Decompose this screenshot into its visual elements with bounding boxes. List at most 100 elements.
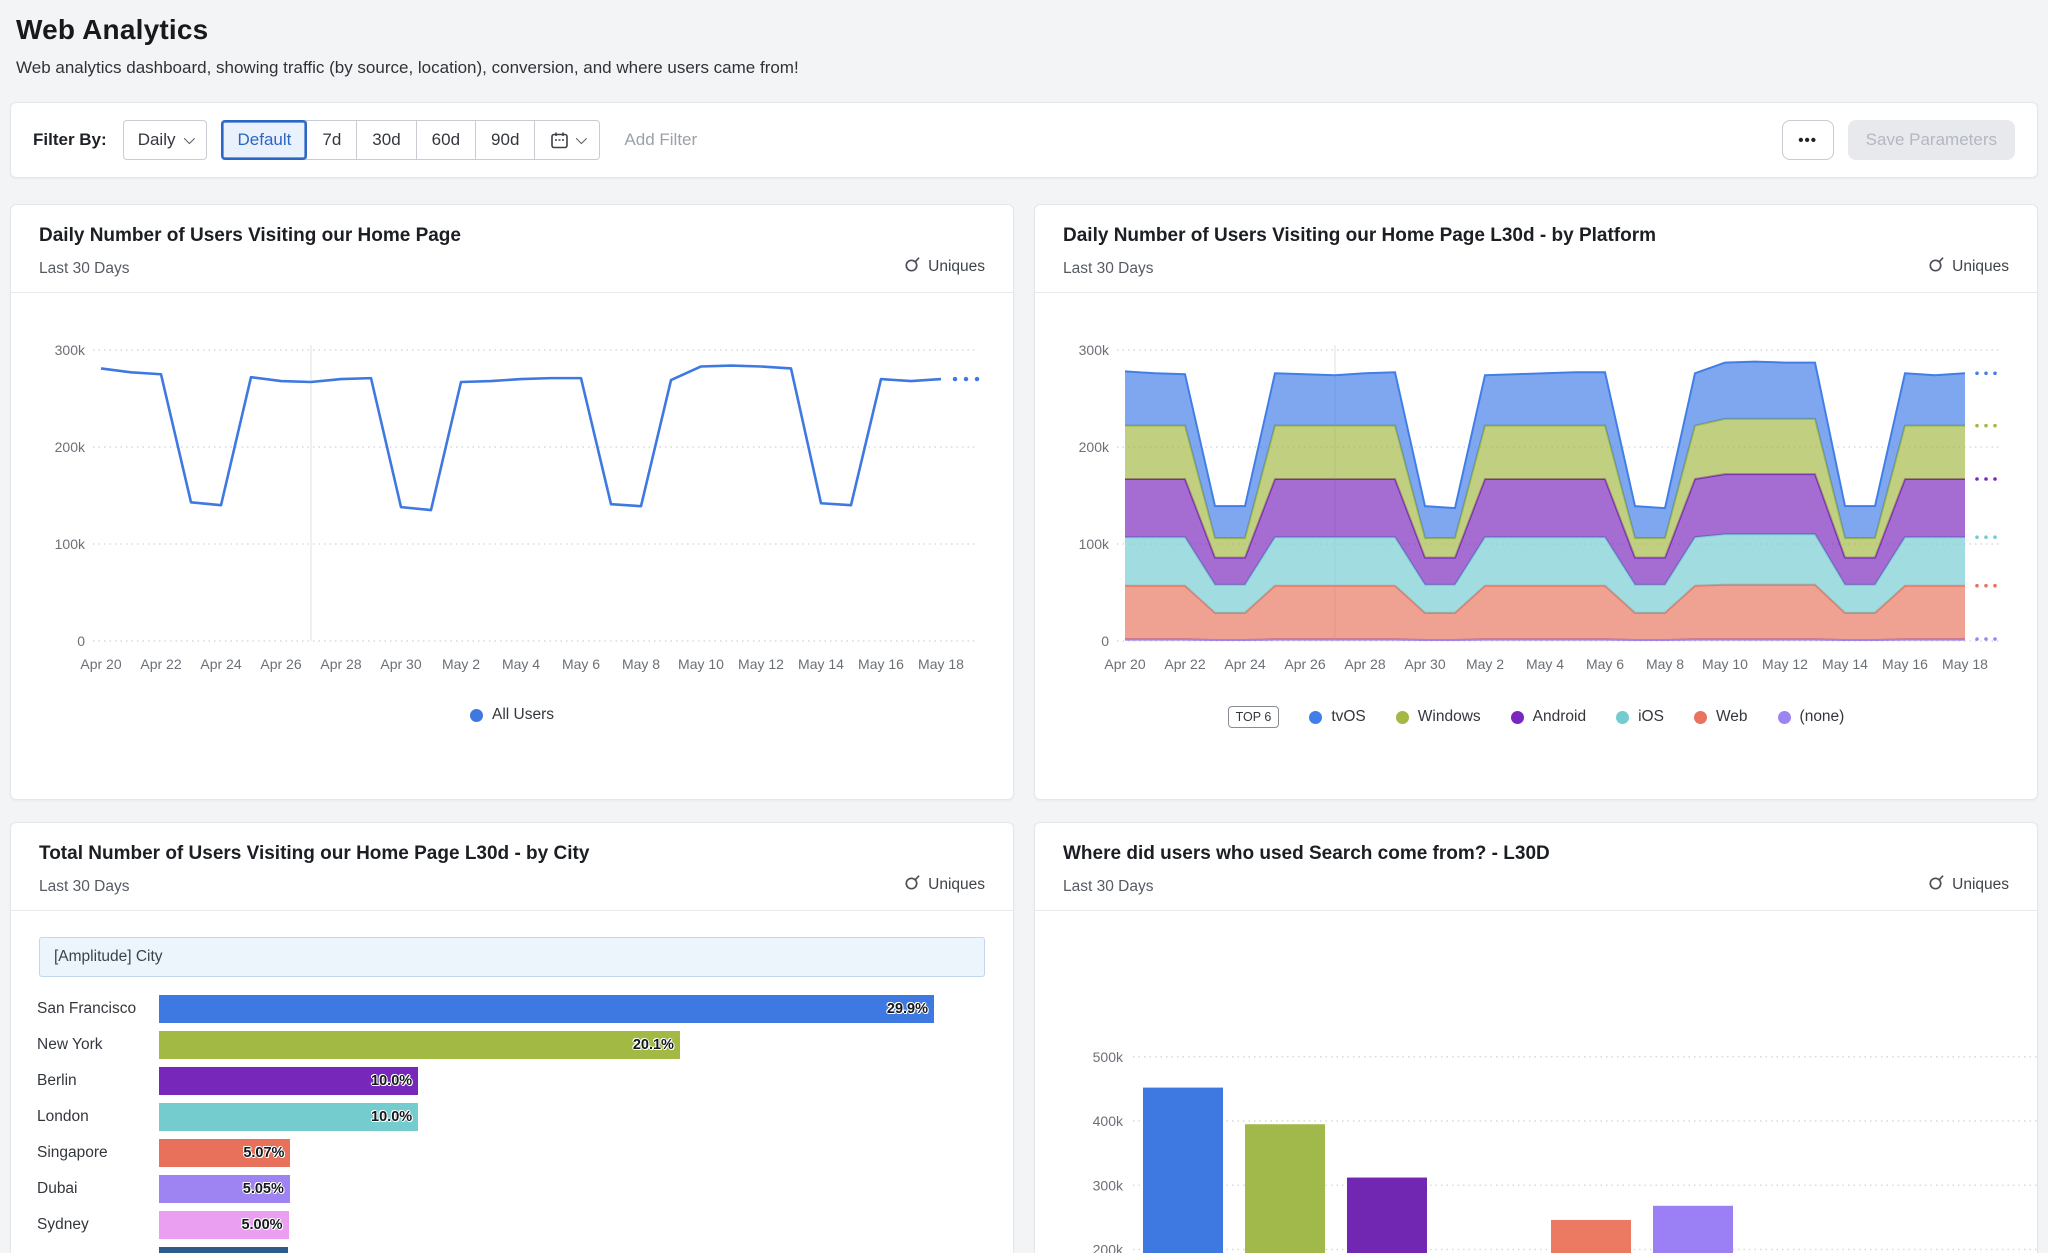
metric-selector[interactable]: Uniques xyxy=(1928,256,2009,278)
legend-item-android[interactable]: Android xyxy=(1511,708,1586,726)
svg-text:May 16: May 16 xyxy=(858,656,904,672)
city-row-singapore: Singapore 5.07% xyxy=(37,1139,987,1167)
city-row-london: London10.0% xyxy=(37,1103,987,1131)
city-label: Singapore xyxy=(37,1144,159,1162)
svg-text:100k: 100k xyxy=(55,536,86,552)
city-bar[interactable]: 10.0% xyxy=(159,1103,418,1131)
svg-text:May 14: May 14 xyxy=(798,656,844,672)
filter-by-label: Filter By: xyxy=(33,130,107,150)
city-bar[interactable]: 10.0% xyxy=(159,1067,418,1095)
metric-label: Uniques xyxy=(1952,258,2009,276)
user-uniques-icon xyxy=(904,256,921,278)
user-uniques-icon xyxy=(1928,874,1945,896)
card-daily-users-by-platform: Daily Number of Users Visiting our Home … xyxy=(1034,204,2038,800)
svg-text:200k: 200k xyxy=(1079,439,1110,455)
city-row-new-york: New York 20.1% xyxy=(37,1031,987,1059)
city-label: Dubai xyxy=(37,1180,159,1198)
svg-text:500k: 500k xyxy=(1093,1049,1124,1065)
card-header: Total Number of Users Visiting our Home … xyxy=(11,823,1013,911)
svg-text:May 8: May 8 xyxy=(1646,656,1684,672)
city-value: 5.07% xyxy=(243,1145,290,1161)
granularity-dropdown[interactable]: Daily xyxy=(123,120,208,160)
svg-text:300k: 300k xyxy=(1093,1177,1124,1193)
page-subtitle: Web analytics dashboard, showing traffic… xyxy=(16,58,2032,78)
series-color-dot xyxy=(1616,711,1629,724)
svg-text:May 6: May 6 xyxy=(562,656,600,672)
preset-30d[interactable]: 30d xyxy=(356,121,415,159)
stacked-area-chart-platforms[interactable]: 0100k200k300kApr 20Apr 22Apr 24Apr 26Apr… xyxy=(1061,309,2011,692)
add-filter-button[interactable]: Add Filter xyxy=(624,130,697,150)
vbar-chart-search-sources[interactable]: 100k200k300k400k500k xyxy=(1061,927,2011,1253)
more-options-button[interactable]: ••• xyxy=(1782,120,1834,160)
svg-text:May 4: May 4 xyxy=(502,656,540,672)
metric-selector[interactable]: Uniques xyxy=(904,874,985,896)
svg-text:May 2: May 2 xyxy=(1466,656,1504,672)
legend-item-web[interactable]: Web xyxy=(1694,708,1748,726)
hbar-chart-cities[interactable]: San Francisco29.9%New York20.1%Berlin10.… xyxy=(37,995,987,1253)
svg-text:May 18: May 18 xyxy=(1942,656,1988,672)
metric-label: Uniques xyxy=(928,876,985,894)
series-color-dot xyxy=(1396,711,1409,724)
svg-text:May 14: May 14 xyxy=(1822,656,1868,672)
line-chart-daily-users[interactable]: 0100k200k300kApr 20Apr 22Apr 24Apr 26Apr… xyxy=(37,309,987,692)
city-value: 5.00% xyxy=(241,1217,288,1233)
chart-legend: All Users xyxy=(37,706,987,724)
group-by-field[interactable]: [Amplitude] City xyxy=(39,937,985,977)
svg-text:May 16: May 16 xyxy=(1882,656,1928,672)
card-header: Daily Number of Users Visiting our Home … xyxy=(11,205,1013,293)
chart-title: Daily Number of Users Visiting our Home … xyxy=(1063,225,2009,247)
preset-60d[interactable]: 60d xyxy=(416,121,475,159)
svg-text:Apr 26: Apr 26 xyxy=(1284,656,1325,672)
svg-text:0: 0 xyxy=(1101,633,1109,649)
svg-text:Apr 24: Apr 24 xyxy=(1224,656,1265,672)
legend-item-ios[interactable]: iOS xyxy=(1616,708,1664,726)
city-value: 10.0% xyxy=(371,1073,418,1089)
svg-text:100k: 100k xyxy=(1079,536,1110,552)
page-header: Web Analytics Web analytics dashboard, s… xyxy=(0,0,2048,88)
city-bar[interactable]: 5.05% xyxy=(159,1175,290,1203)
city-row-sydney: Sydney 5.00% xyxy=(37,1211,987,1239)
city-value: 5.05% xyxy=(243,1181,290,1197)
city-value: 20.1% xyxy=(633,1037,680,1053)
city-label: Sydney xyxy=(37,1216,159,1234)
city-bar[interactable]: 5.00% xyxy=(159,1211,289,1239)
custom-date-picker[interactable] xyxy=(534,121,599,159)
user-uniques-icon xyxy=(904,874,921,896)
legend-item-tvos[interactable]: tvOS xyxy=(1309,708,1365,726)
city-bar[interactable]: 29.9% xyxy=(159,995,934,1023)
preset-7d[interactable]: 7d xyxy=(306,121,356,159)
city-bar[interactable]: 4.99% xyxy=(159,1247,288,1253)
city-label: New York xyxy=(37,1036,159,1054)
city-label: Berlin xyxy=(37,1072,159,1090)
legend-item-allusers[interactable]: All Users xyxy=(470,706,554,724)
svg-text:May 10: May 10 xyxy=(1702,656,1748,672)
chart-date-range: Last 30 Days xyxy=(39,878,985,896)
legend-item-windows[interactable]: Windows xyxy=(1396,708,1481,726)
svg-text:Apr 22: Apr 22 xyxy=(140,656,181,672)
city-bar[interactable]: 20.1% xyxy=(159,1031,680,1059)
svg-text:Apr 28: Apr 28 xyxy=(320,656,361,672)
series-color-dot xyxy=(1694,711,1707,724)
svg-text:400k: 400k xyxy=(1093,1113,1124,1129)
svg-text:May 10: May 10 xyxy=(678,656,724,672)
city-row-dubai: Dubai 5.05% xyxy=(37,1175,987,1203)
card-header: Daily Number of Users Visiting our Home … xyxy=(1035,205,2037,293)
card-search-sources: Where did users who used Search come fro… xyxy=(1034,822,2038,1253)
date-range-presets: Default7d30d60d90d xyxy=(221,120,600,160)
city-bar[interactable]: 5.07% xyxy=(159,1139,290,1167)
chevron-down-icon xyxy=(184,133,195,144)
series-color-dot xyxy=(1511,711,1524,724)
svg-text:May 6: May 6 xyxy=(1586,656,1624,672)
svg-text:Apr 28: Apr 28 xyxy=(1344,656,1385,672)
preset-default[interactable]: Default xyxy=(222,121,306,159)
save-parameters-button[interactable]: Save Parameters xyxy=(1848,120,2015,160)
svg-text:Apr 20: Apr 20 xyxy=(1104,656,1145,672)
legend-item-none[interactable]: (none) xyxy=(1778,708,1845,726)
metric-selector[interactable]: Uniques xyxy=(1928,874,2009,896)
card-daily-users: Daily Number of Users Visiting our Home … xyxy=(10,204,1014,800)
preset-90d[interactable]: 90d xyxy=(475,121,534,159)
svg-text:May 18: May 18 xyxy=(918,656,964,672)
series-color-dot xyxy=(1778,711,1791,724)
metric-selector[interactable]: Uniques xyxy=(904,256,985,278)
svg-text:May 12: May 12 xyxy=(1762,656,1808,672)
